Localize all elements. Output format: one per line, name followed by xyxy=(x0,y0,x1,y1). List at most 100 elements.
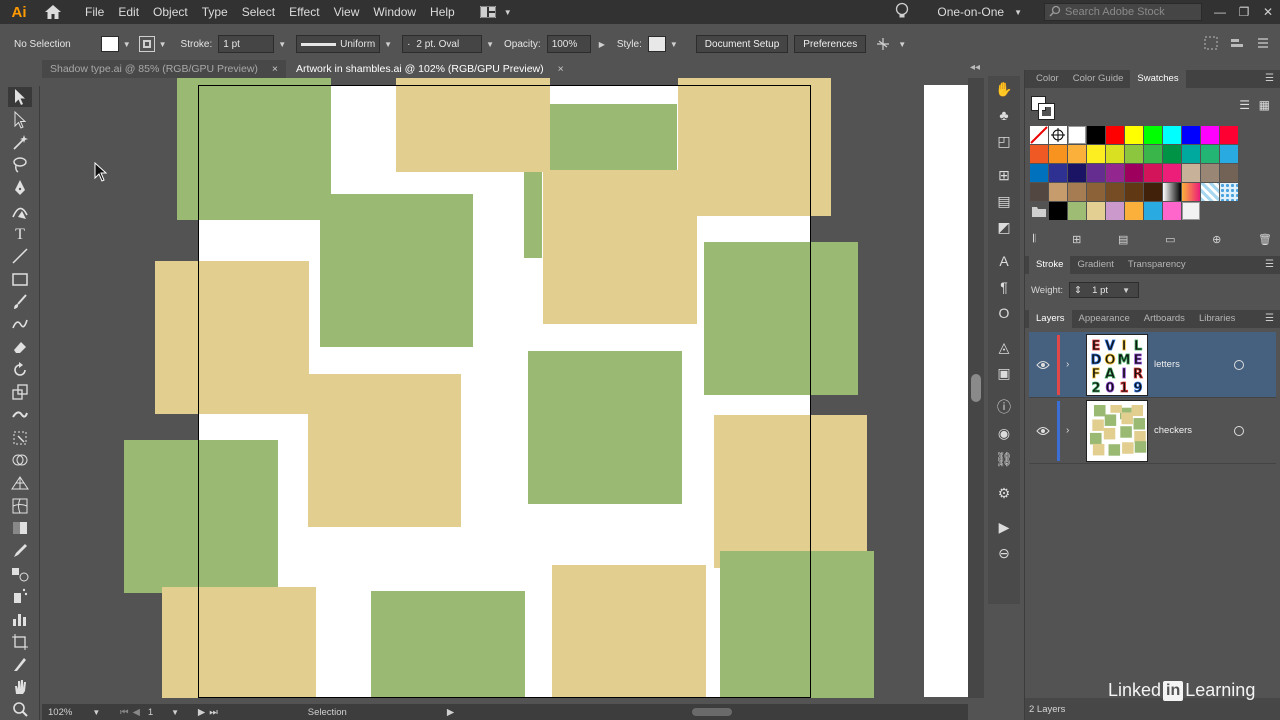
home-icon[interactable] xyxy=(42,3,64,21)
new-swatch-icon[interactable]: ⊕ xyxy=(1212,233,1221,246)
checker-square[interactable] xyxy=(543,170,697,324)
scrollbar-thumb[interactable] xyxy=(971,374,981,402)
tab-gradient[interactable]: Gradient xyxy=(1070,256,1120,274)
blend-tool[interactable] xyxy=(0,562,40,585)
checker-square[interactable] xyxy=(320,194,473,347)
color-swatch[interactable] xyxy=(1125,202,1143,220)
checker-square[interactable] xyxy=(177,78,331,220)
panel-menu-icon[interactable]: ☰ xyxy=(1265,313,1274,324)
pen-tool[interactable] xyxy=(0,177,40,200)
tab-artboards[interactable]: Artboards xyxy=(1137,310,1192,328)
chevron-right-icon[interactable]: › xyxy=(1066,359,1080,370)
color-swatch[interactable] xyxy=(1144,202,1162,220)
links-icon[interactable]: ⛓ xyxy=(988,446,1020,472)
layer-row-checkers[interactable]: › checkers xyxy=(1029,398,1276,464)
checker-square[interactable] xyxy=(308,374,461,527)
color-swatch[interactable] xyxy=(1220,145,1238,163)
properties-icon[interactable]: ⚙ xyxy=(988,480,1020,506)
color-swatch[interactable] xyxy=(1125,183,1143,201)
paintbrush-tool[interactable] xyxy=(0,290,40,313)
scale-tool[interactable] xyxy=(0,381,40,404)
color-swatch[interactable] xyxy=(1125,164,1143,182)
color-swatch[interactable] xyxy=(1201,126,1219,144)
opentype-icon[interactable]: O xyxy=(988,300,1020,326)
document-info-icon[interactable]: ◉ xyxy=(988,420,1020,446)
checker-square[interactable] xyxy=(162,587,316,698)
chevron-down-icon[interactable]: ▼ xyxy=(159,40,167,49)
menu-help[interactable]: Help xyxy=(423,0,462,24)
info-icon[interactable]: ⓘ xyxy=(988,394,1020,420)
direct-selection-tool[interactable] xyxy=(0,109,40,132)
color-swatch[interactable] xyxy=(1220,164,1238,182)
stroke-swatch-icon[interactable] xyxy=(138,36,155,52)
shape-builder-tool[interactable] xyxy=(0,449,40,472)
checker-square[interactable] xyxy=(524,172,542,258)
tab-libraries[interactable]: Libraries xyxy=(1192,310,1242,328)
perspective-grid-tool[interactable] xyxy=(0,472,40,495)
panel-menu-icon[interactable]: ☰ xyxy=(1265,73,1274,84)
collapse-panels-icon[interactable]: ◂◂ xyxy=(970,62,980,73)
swatch-libraries-icon[interactable]: 𝄃 xyxy=(1033,233,1035,246)
workspace-switcher[interactable]: One-on-One ▼ xyxy=(937,5,1026,19)
color-swatch[interactable] xyxy=(1144,183,1162,201)
h-scrollbar-thumb[interactable] xyxy=(692,708,732,716)
color-swatch[interactable] xyxy=(1106,145,1124,163)
color-swatch[interactable] xyxy=(1163,202,1181,220)
appearance-icon[interactable]: ◬ xyxy=(988,334,1020,360)
image-trace-icon[interactable]: ◰ xyxy=(988,128,1020,154)
type-tool[interactable]: T xyxy=(0,222,40,245)
color-swatch[interactable] xyxy=(1049,202,1067,220)
align-icon[interactable]: ⊞ xyxy=(988,162,1020,188)
color-swatch[interactable] xyxy=(1163,145,1181,163)
gradient-tool[interactable] xyxy=(0,517,40,540)
close-icon[interactable]: × xyxy=(272,63,278,75)
paragraph-icon[interactable]: ¶ xyxy=(988,274,1020,300)
shaper-tool[interactable] xyxy=(0,313,40,336)
navigator-icon[interactable]: ⊖ xyxy=(988,540,1020,566)
chevron-down-icon[interactable]: ▼ xyxy=(384,40,392,49)
color-swatch[interactable] xyxy=(1163,183,1181,201)
color-swatch[interactable] xyxy=(1163,164,1181,182)
color-swatch[interactable] xyxy=(1144,164,1162,182)
color-swatch[interactable] xyxy=(1182,202,1200,220)
eye-icon[interactable] xyxy=(1029,360,1057,370)
symbols-icon[interactable]: ♣ xyxy=(988,102,1020,128)
new-color-group-icon[interactable]: ▭ xyxy=(1165,233,1175,246)
column-graph-tool[interactable] xyxy=(0,608,40,631)
symbol-sprayer-tool[interactable] xyxy=(0,585,40,608)
color-swatch[interactable] xyxy=(1068,164,1086,182)
graphic-styles-icon[interactable]: ▣ xyxy=(988,360,1020,386)
color-swatch[interactable] xyxy=(1087,202,1105,220)
menu-view[interactable]: View xyxy=(327,0,367,24)
tab-swatches[interactable]: Swatches xyxy=(1130,70,1186,88)
chevron-right-icon[interactable]: › xyxy=(1066,425,1080,436)
registration-swatch[interactable] xyxy=(1049,126,1067,144)
tab-color-guide[interactable]: Color Guide xyxy=(1066,70,1131,88)
target-circle-icon[interactable] xyxy=(1234,359,1244,370)
close-icon[interactable]: ✕ xyxy=(1256,5,1280,19)
color-swatch[interactable] xyxy=(1201,164,1219,182)
color-swatch[interactable] xyxy=(1163,126,1181,144)
artboard-nav-first-icon[interactable]: ⏮ xyxy=(120,707,129,718)
color-swatch[interactable] xyxy=(1087,183,1105,201)
mesh-tool[interactable] xyxy=(0,494,40,517)
menu-edit[interactable]: Edit xyxy=(111,0,146,24)
eyedropper-tool[interactable] xyxy=(0,540,40,563)
color-swatch[interactable] xyxy=(1125,145,1143,163)
rotate-tool[interactable] xyxy=(0,358,40,381)
vertical-scrollbar[interactable] xyxy=(968,78,984,698)
checker-square[interactable] xyxy=(124,440,278,593)
menu-select[interactable]: Select xyxy=(235,0,282,24)
checker-square[interactable] xyxy=(155,261,309,414)
color-swatch[interactable] xyxy=(1087,145,1105,163)
swatch-view-list-icon[interactable]: ☰ xyxy=(1239,98,1250,112)
restore-icon[interactable]: ❐ xyxy=(1232,5,1256,19)
artboard-nav-prev-icon[interactable]: ◀ xyxy=(133,707,140,718)
search-input[interactable]: Search Adobe Stock xyxy=(1065,6,1165,18)
eraser-tool[interactable] xyxy=(0,336,40,359)
artboard-field[interactable]: 1 ▼ xyxy=(148,707,188,718)
horizontal-scrollbar[interactable] xyxy=(462,708,942,716)
color-swatch[interactable] xyxy=(1106,183,1124,201)
chevron-down-icon[interactable]: ▼ xyxy=(278,40,286,49)
transform-icon[interactable]: ▤ xyxy=(988,188,1020,214)
